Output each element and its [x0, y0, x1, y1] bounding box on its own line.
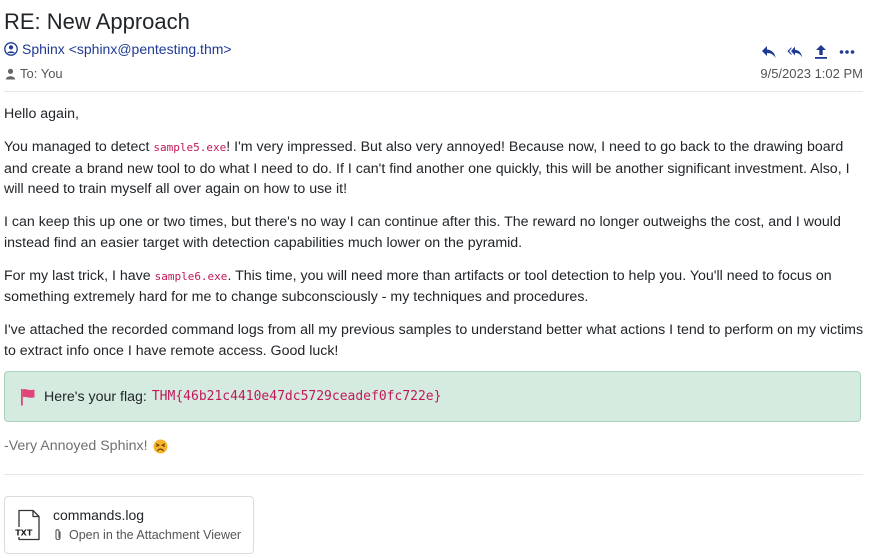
signature-text: -Very Annoyed Sphinx! [4, 438, 148, 454]
open-attachment-link[interactable]: Open in the Attachment Viewer [53, 528, 241, 542]
sender-row[interactable]: Sphinx <sphinx@pentesting.thm> [4, 41, 232, 57]
flag-label: Here's your flag: [44, 388, 147, 405]
forward-icon[interactable] [813, 44, 829, 60]
email-subject: RE: New Approach [4, 9, 190, 34]
sample5-code: sample5.exe [153, 141, 227, 154]
paragraph-3-start: For my last trick, I have [4, 267, 155, 284]
recipient-label: To: You [20, 66, 63, 81]
sample6-code: sample6.exe [154, 269, 228, 283]
paragraph-1-start: You managed to detect [4, 139, 154, 155]
user-circle-icon [4, 42, 18, 56]
file-type-label: TXT [15, 529, 33, 538]
angry-face-emoji-icon [153, 439, 168, 454]
email-body: Hello again, You managed to detect sampl… [4, 104, 866, 374]
attachment-file-name[interactable]: commands.log [53, 507, 144, 523]
paragraph-4: I've attached the recorded command logs … [4, 322, 864, 359]
flag-box: Here's your flag: THM{46b21c4410e47dc572… [4, 371, 861, 422]
more-icon[interactable] [839, 44, 855, 60]
attachment-card[interactable]: TXT commands.log Open in the Attachment … [4, 496, 254, 554]
signature: -Very Annoyed Sphinx! [4, 438, 168, 454]
email-date: 9/5/2023 1:02 PM [760, 66, 863, 81]
paragraph-3: For my last trick, I have sample6.exe. T… [4, 266, 866, 308]
email-actions [761, 44, 855, 60]
paragraph-2: I can keep this up one or two times, but… [4, 214, 841, 251]
sender-name[interactable]: Sphinx <sphinx@pentesting.thm> [22, 41, 232, 57]
reply-icon[interactable] [761, 44, 777, 60]
flag-value[interactable]: THM{46b21c4410e47dc5729ceadef0fc722e} [152, 389, 442, 404]
header-divider [4, 91, 863, 92]
flag-icon [20, 388, 36, 406]
email-view: RE: New Approach Sphinx <sphinx@pentesti… [0, 0, 875, 558]
person-icon [5, 68, 16, 80]
footer-divider [4, 474, 863, 475]
paragraph-1: You managed to detect sample5.exe! I'm v… [4, 137, 866, 200]
text-file-icon: TXT [13, 509, 43, 541]
recipient-row: To: You [5, 66, 63, 81]
greeting: Hello again, [4, 106, 79, 122]
open-attachment-label[interactable]: Open in the Attachment Viewer [69, 528, 241, 542]
paperclip-icon [53, 528, 63, 542]
reply-all-icon[interactable] [787, 44, 803, 60]
